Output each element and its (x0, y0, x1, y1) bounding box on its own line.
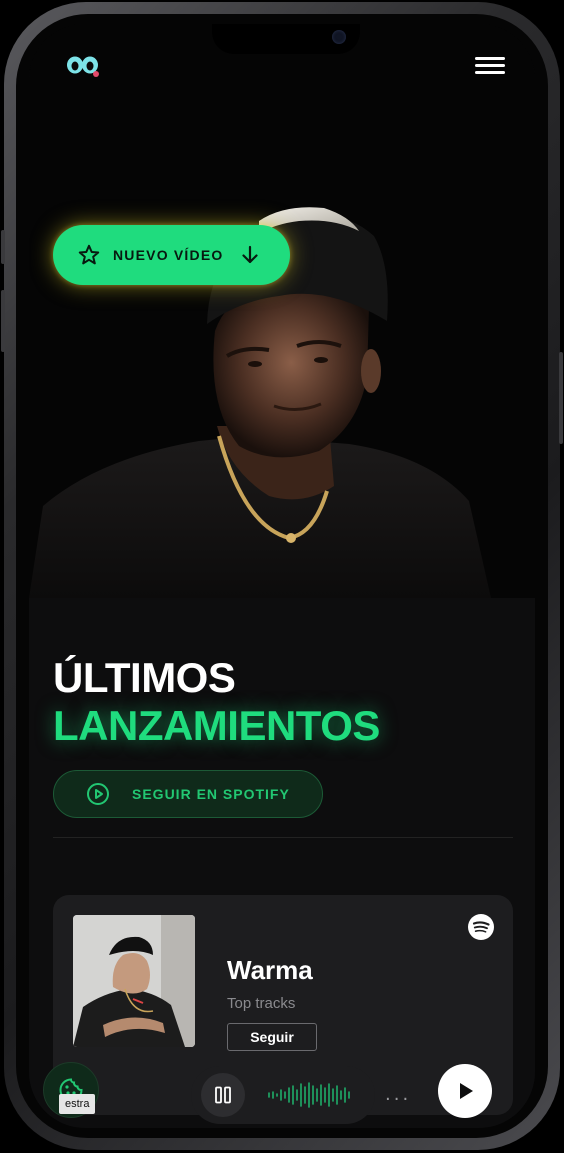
play-circle-icon (87, 783, 109, 805)
divider (53, 837, 513, 838)
new-video-button[interactable]: NUEVO VÍDEO (53, 225, 290, 285)
follow-spotify-button[interactable]: SEGUIR EN SPOTIFY (53, 770, 323, 818)
section-title-line1: ÚLTIMOS (53, 654, 236, 701)
pause-icon (215, 1086, 231, 1104)
arrow-down-icon (242, 245, 259, 264)
artist-hero-photo (29, 106, 535, 598)
latest-releases-section: ÚLTIMOS LANZAMIENTOS SEGUIR EN SPOTIFY W… (29, 598, 535, 1128)
section-title-line2: LANZAMIENTOS (53, 702, 380, 749)
cover-photo (73, 915, 195, 1047)
hero-section: NUEVO VÍDEO (29, 106, 535, 598)
pause-button[interactable] (201, 1073, 245, 1117)
front-camera (332, 30, 346, 44)
artist-subtitle: Top tracks (227, 995, 296, 1012)
side-button-left (1, 230, 5, 264)
follow-button[interactable]: Seguir (227, 1023, 317, 1051)
brand-logo-icon[interactable] (65, 54, 101, 78)
artist-cover-image[interactable] (73, 915, 195, 1047)
artist-name: Warma (227, 955, 313, 985)
dynamic-island (212, 24, 360, 54)
star-icon (78, 244, 100, 265)
side-button-right (559, 352, 563, 444)
play-icon (460, 1083, 473, 1099)
follow-spotify-label: SEGUIR EN SPOTIFY (132, 786, 290, 802)
audio-waveform (268, 1082, 350, 1108)
spotify-icon[interactable] (467, 913, 495, 941)
screen: NUEVO VÍDEO ÚLTIMOS LANZAMIENTOS SEGUIR … (29, 24, 535, 1128)
preview-tag: estra (59, 1094, 96, 1114)
hamburger-menu-icon[interactable] (475, 57, 505, 75)
play-button[interactable] (438, 1064, 492, 1118)
more-options-button[interactable]: ... (385, 1084, 411, 1105)
new-video-label: NUEVO VÍDEO (113, 247, 224, 263)
side-button-left-2 (1, 290, 5, 352)
audio-player-bar (191, 1066, 375, 1124)
